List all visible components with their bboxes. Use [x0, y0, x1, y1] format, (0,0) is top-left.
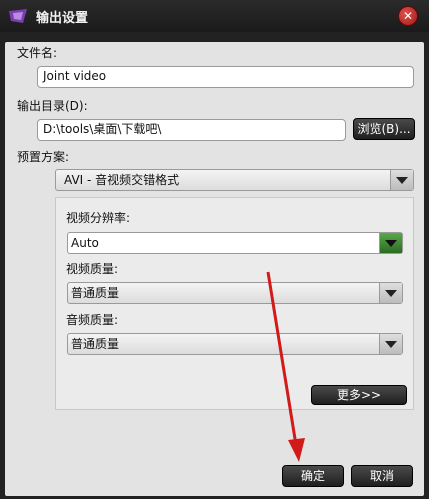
annotation-arrow-head [288, 438, 305, 462]
annotation-arrow-line [266, 271, 298, 446]
annotation-arrow [266, 271, 305, 462]
